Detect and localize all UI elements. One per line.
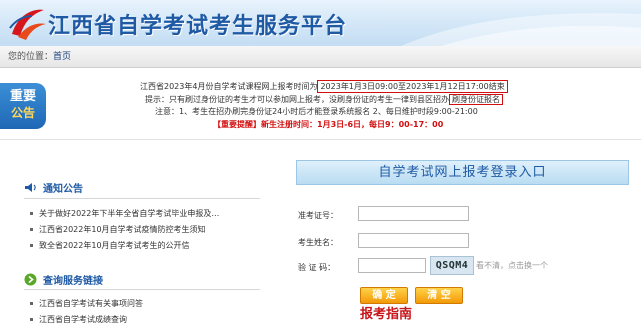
list-item[interactable]: 江西省2022年10月自学考试疫情防控考生须知 [30,221,260,237]
header-decoration [401,13,641,46]
bullet-icon [30,243,33,247]
query-link[interactable]: 江西省自学考试成绩查询 [39,314,127,325]
notice-band: 重要 公告 江西省2023年4月份自学考试课程网上报考时间为 2023年1月3日0… [0,69,641,131]
exam-number-label: 准考证号： [298,211,338,220]
announcements-rule [24,198,260,199]
exam-number-input[interactable] [358,206,469,221]
notice-line-2-text: 提示：只有刷过身份证的考生才可以参加网上报考，没刷身份证的考生一律到县区招办 [145,95,449,104]
notice-line-1-text: 江西省2023年4月份自学考试课程网上报考时间为 [140,82,318,91]
query-header: 查询服务链接 [24,270,103,288]
breadcrumb: 您的位置：首页 [0,46,641,68]
candidate-name-input[interactable] [358,233,469,248]
announcement-link[interactable]: 江西省2022年10月自学考试疫情防控考生须知 [39,224,206,235]
query-link[interactable]: 江西省自学考试有关事项问答 [39,298,143,309]
ribbon-line1: 重要 [9,89,36,104]
breadcrumb-prefix: 您的位置： [8,52,54,62]
list-item[interactable]: 致全省2022年10月自学考试考生的公开信 [30,237,260,253]
login-panel-title: 自学考试网上报考登录入口 [296,160,629,185]
list-item[interactable]: 江西省自学考试成绩查询 [30,311,260,327]
bullet-icon [30,211,33,215]
announcement-link[interactable]: 致全省2022年10月自学考试考生的公开信 [39,240,190,251]
notice-line-2: 提示：只有刷过身份证的考生才可以参加网上报考，没刷身份证的考生一律到县区招办 刷身… [145,94,503,105]
captcha-image[interactable]: QSQM4 [430,256,474,275]
notice-line-1: 江西省2023年4月份自学考试课程网上报考时间为 2023年1月3日09:00至2… [140,80,508,93]
breadcrumb-home-link[interactable]: 首页 [53,52,71,62]
notice-line-4: 【重要提醒】新生注册时间：1月3日-6日，每日9：00-17：00 [213,120,444,129]
bullet-icon [30,227,33,231]
notice-line-3: 注意：1、考生在招办刷完身份证24小时后才能登录系统报名 2、每日维护时段9:0… [155,107,478,116]
list-item[interactable]: 关于做好2022年下半年全省自学考试毕业申报及… [30,205,260,221]
exam-guide-link[interactable]: 报考指南 [360,303,412,322]
site-header: 江西省自学考试考生服务平台 [0,0,641,46]
id-card-highlight: 刷身份证报名 [449,94,503,105]
query-list: 江西省自学考试有关事项问答 江西省自学考试成绩查询 [30,295,260,327]
announcements-header: 通知公告 [24,178,83,196]
important-notice-ribbon: 重要 公告 [0,83,46,129]
query-rule [24,289,260,290]
captcha-input[interactable] [358,258,426,273]
speaker-icon [25,182,36,192]
announcement-link[interactable]: 关于做好2022年下半年全省自学考试毕业申报及… [39,208,219,219]
site-title: 江西省自学考试考生服务平台 [48,13,348,39]
announcements-list: 关于做好2022年下半年全省自学考试毕业申报及… 江西省2022年10月自学考试… [30,205,260,253]
confirm-button[interactable]: 确 定 [360,287,408,304]
reset-button[interactable]: 清 空 [415,287,463,304]
candidate-name-label: 考生姓名： [298,238,338,247]
query-title: 查询服务链接 [43,275,103,287]
captcha-label: 验 证 码： [298,263,336,272]
section-divider [0,139,641,140]
list-item[interactable]: 江西省自学考试有关事项问答 [30,295,260,311]
green-arrow-circle-icon [24,273,37,285]
red-swoosh-logo-icon [9,9,46,40]
bullet-icon [30,301,33,305]
announcements-title: 通知公告 [43,183,83,195]
ribbon-line2: 公告 [10,106,35,120]
captcha-refresh-link[interactable]: 看不清，点击换一个 [476,260,548,271]
bullet-icon [30,317,33,321]
registration-period-highlight: 2023年1月3日09:00至2023年1月12日17:00结束 [317,80,508,93]
